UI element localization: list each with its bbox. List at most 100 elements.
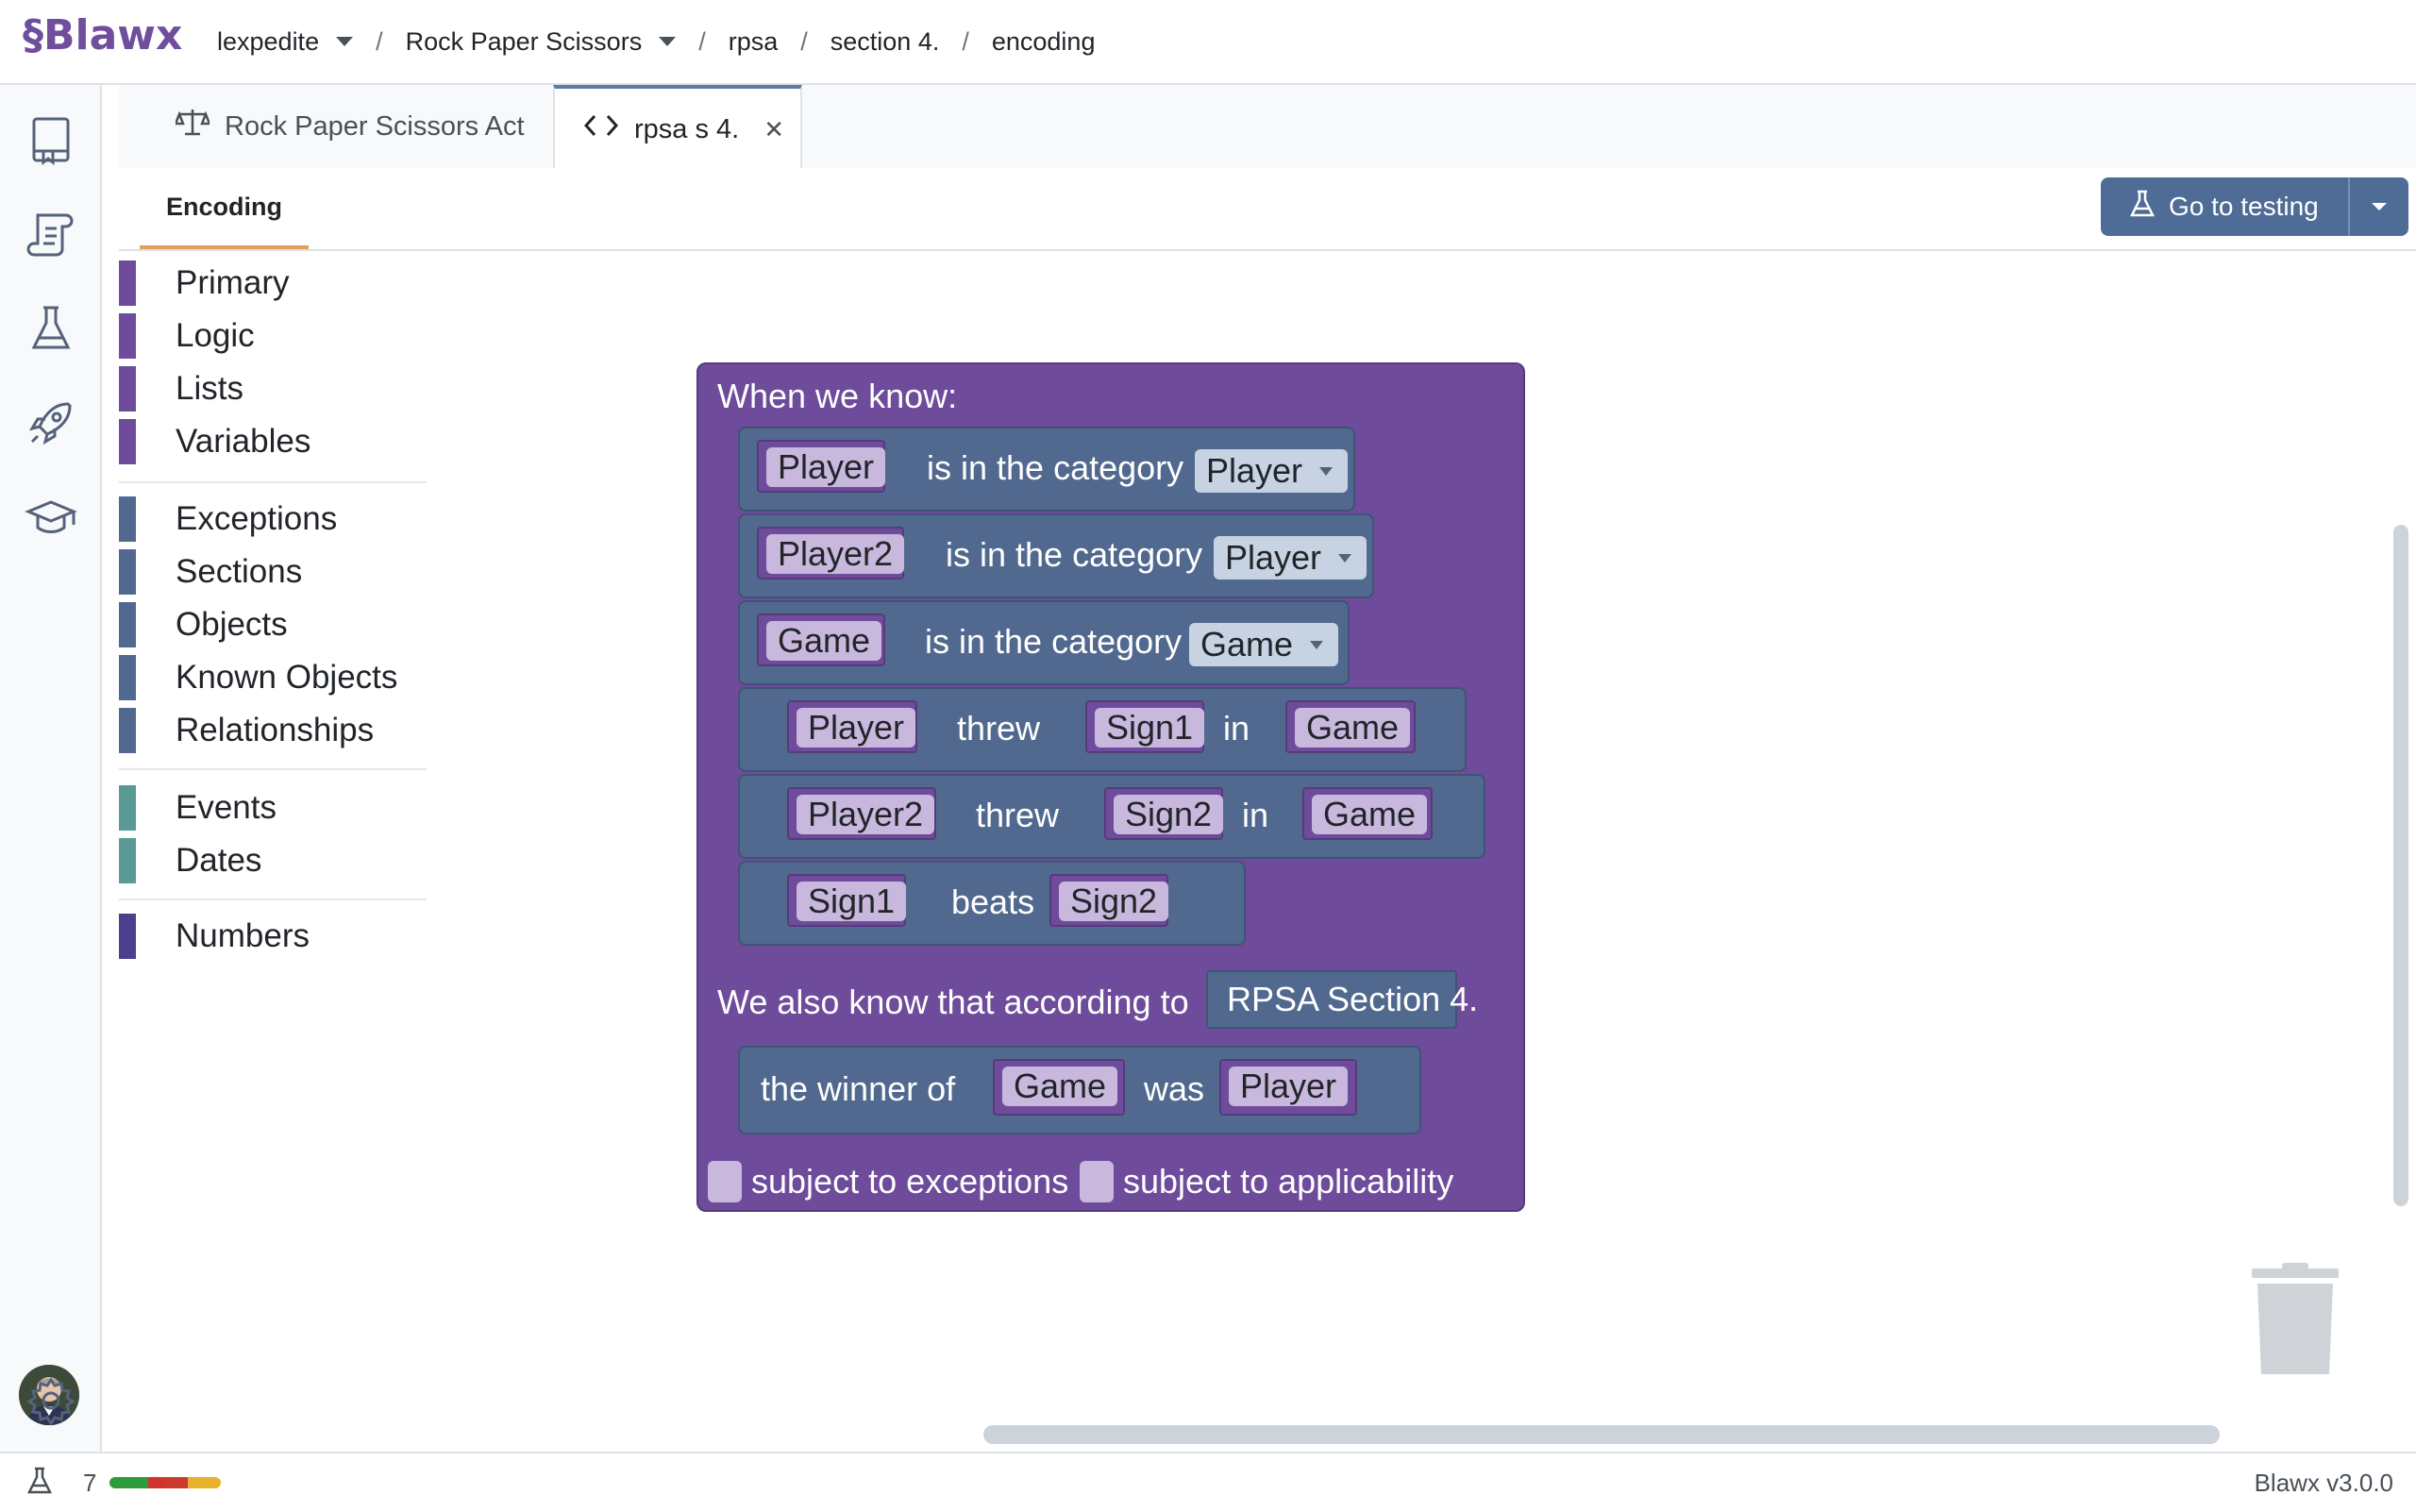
applicability-label: subject to applicability bbox=[1123, 1162, 1454, 1201]
toolbox-category-events[interactable]: Events bbox=[119, 785, 277, 831]
toolbox-category-dates[interactable]: Dates bbox=[119, 838, 261, 883]
category-dropdown[interactable]: Player bbox=[1214, 536, 1367, 580]
toolbox-category-label: Relationships bbox=[176, 712, 375, 748]
workspace-vertical-scrollbar[interactable] bbox=[2393, 525, 2408, 1206]
toolbox-category-sections[interactable]: Sections bbox=[119, 549, 302, 595]
toolbox-separator bbox=[119, 768, 427, 770]
variable-block[interactable]: Player2 bbox=[757, 527, 905, 580]
test-progress-bar bbox=[109, 1477, 221, 1488]
variable-label: Player bbox=[1229, 1067, 1349, 1106]
document-tabs: Rock Paper Scissors Act rpsa s 4. ✕ bbox=[119, 85, 2416, 170]
toolbox-category-known-objects[interactable]: Known Objects bbox=[119, 655, 397, 700]
breadcrumb-separator: / bbox=[962, 26, 969, 56]
graduation-cap-icon[interactable] bbox=[25, 491, 77, 544]
toolbox-category-label: Exceptions bbox=[176, 500, 338, 537]
variable-block[interactable]: Sign2 bbox=[1049, 874, 1169, 927]
variable-block[interactable]: Game bbox=[757, 613, 885, 666]
variable-label: Sign1 bbox=[797, 882, 907, 921]
flask-icon bbox=[2129, 190, 2156, 225]
toolbox-category-label: Numbers bbox=[176, 917, 310, 954]
caret-down-icon bbox=[2372, 203, 2387, 210]
relationship-text: the winner of bbox=[761, 1069, 956, 1108]
blockly-toolbox: Primary Logic Lists Variables Exceptions… bbox=[119, 251, 428, 1452]
breadcrumb-rule-project[interactable]: Rock Paper Scissors bbox=[406, 27, 677, 57]
variable-block[interactable]: Game bbox=[1302, 787, 1433, 840]
category-dropdown-value: Game bbox=[1200, 625, 1294, 664]
progress-segment bbox=[164, 1477, 188, 1488]
chevron-down-icon bbox=[1319, 467, 1334, 476]
category-dropdown-value: Player bbox=[1206, 451, 1303, 490]
tab-rock-paper-scissors-act[interactable]: Rock Paper Scissors Act bbox=[147, 85, 581, 168]
toolbox-category-label: Primary bbox=[176, 264, 290, 301]
section-reference-block[interactable]: RPSA Section 4. bbox=[1206, 970, 1478, 1029]
category-dropdown[interactable]: Player bbox=[1195, 449, 1349, 493]
variable-block[interactable]: Game bbox=[1285, 700, 1416, 753]
top-navbar: §Blawx lexpedite / Rock Paper Scissors /… bbox=[0, 0, 2416, 85]
variable-block[interactable]: Player bbox=[757, 440, 886, 493]
trash-icon[interactable] bbox=[2248, 1263, 2342, 1385]
toolbox-category-label: Objects bbox=[176, 606, 288, 643]
rocket-icon[interactable] bbox=[25, 396, 77, 449]
go-to-testing-dropdown-toggle[interactable] bbox=[2350, 203, 2408, 210]
blawx-logo[interactable]: §Blawx bbox=[23, 11, 182, 59]
variable-label: Player2 bbox=[766, 534, 905, 574]
toolbox-category-variables[interactable]: Variables bbox=[119, 419, 310, 464]
toolbox-category-primary[interactable]: Primary bbox=[119, 260, 290, 306]
toolbox-category-label: Events bbox=[176, 789, 277, 826]
exceptions-checkbox[interactable] bbox=[708, 1161, 742, 1202]
blockly-workspace[interactable]: When we know: Player is in the category … bbox=[427, 251, 2416, 1452]
variable-block[interactable]: Sign1 bbox=[1085, 700, 1205, 753]
breadcrumb-rule-project-label: Rock Paper Scissors bbox=[405, 26, 643, 56]
chevron-down-icon bbox=[336, 37, 354, 46]
variable-label: Player bbox=[766, 447, 886, 487]
relationship-text: beats bbox=[951, 882, 1035, 921]
test-count: 7 bbox=[83, 1469, 97, 1497]
variable-block[interactable]: Player2 bbox=[787, 787, 936, 840]
toolbox-category-logic[interactable]: Logic bbox=[119, 313, 255, 359]
settings-icon[interactable] bbox=[25, 1374, 77, 1427]
variable-label: Sign2 bbox=[1059, 882, 1169, 921]
go-to-testing-label: Go to testing bbox=[2169, 192, 2319, 221]
tab-encoding-label: rpsa s 4. bbox=[634, 113, 740, 144]
toolbox-category-relationships[interactable]: Relationships bbox=[119, 708, 374, 753]
breadcrumb-project[interactable]: lexpedite bbox=[217, 26, 354, 57]
scroll-icon[interactable] bbox=[25, 208, 77, 260]
exceptions-label: subject to exceptions bbox=[751, 1162, 1069, 1201]
applicability-checkbox[interactable] bbox=[1080, 1161, 1114, 1202]
variable-label: Game bbox=[766, 621, 882, 661]
rule-when-label: When we know: bbox=[717, 377, 958, 415]
toolbox-category-objects[interactable]: Objects bbox=[119, 602, 288, 647]
relationship-text: was bbox=[1144, 1069, 1205, 1108]
relationship-text: threw bbox=[957, 709, 1041, 748]
toolbox-category-lists[interactable]: Lists bbox=[119, 366, 243, 412]
variable-block[interactable]: Player bbox=[1219, 1059, 1357, 1116]
subtab-encoding[interactable]: Encoding bbox=[140, 168, 309, 249]
variable-block[interactable]: Player bbox=[787, 700, 917, 753]
progress-segment bbox=[148, 1477, 165, 1488]
progress-segment bbox=[187, 1477, 221, 1488]
category-dropdown[interactable]: Game bbox=[1189, 623, 1339, 666]
book-icon[interactable] bbox=[25, 113, 77, 166]
flask-icon[interactable] bbox=[25, 302, 77, 355]
breadcrumb-act[interactable]: rpsa bbox=[729, 27, 779, 57]
toolbox-category-numbers[interactable]: Numbers bbox=[119, 914, 310, 959]
go-to-testing-button[interactable]: Go to testing bbox=[2101, 177, 2408, 236]
sub-tab-bar: Encoding Go to testing bbox=[119, 168, 2416, 251]
toolbox-category-exceptions[interactable]: Exceptions bbox=[119, 496, 337, 542]
breadcrumb-separator: / bbox=[376, 26, 383, 56]
tab-rpsa-s4[interactable]: rpsa s 4. ✕ bbox=[553, 85, 802, 170]
breadcrumb: lexpedite / Rock Paper Scissors / rpsa /… bbox=[217, 0, 1095, 83]
variable-block[interactable]: Game bbox=[993, 1059, 1125, 1116]
breadcrumb-project-label: lexpedite bbox=[217, 26, 320, 56]
close-icon[interactable]: ✕ bbox=[763, 115, 784, 144]
toolbox-category-label: Logic bbox=[176, 317, 255, 354]
breadcrumb-section[interactable]: section 4. bbox=[830, 27, 940, 57]
variable-label: Player bbox=[797, 708, 916, 748]
variable-block[interactable]: Sign2 bbox=[1104, 787, 1224, 840]
variable-block[interactable]: Sign1 bbox=[787, 874, 907, 927]
chevron-down-icon bbox=[659, 37, 677, 46]
relationship-text: threw bbox=[976, 796, 1060, 834]
status-bar: 7 Blawx v3.0.0 bbox=[0, 1452, 2416, 1512]
toolbox-category-label: Known Objects bbox=[176, 659, 398, 696]
workspace-horizontal-scrollbar[interactable] bbox=[983, 1425, 2220, 1444]
